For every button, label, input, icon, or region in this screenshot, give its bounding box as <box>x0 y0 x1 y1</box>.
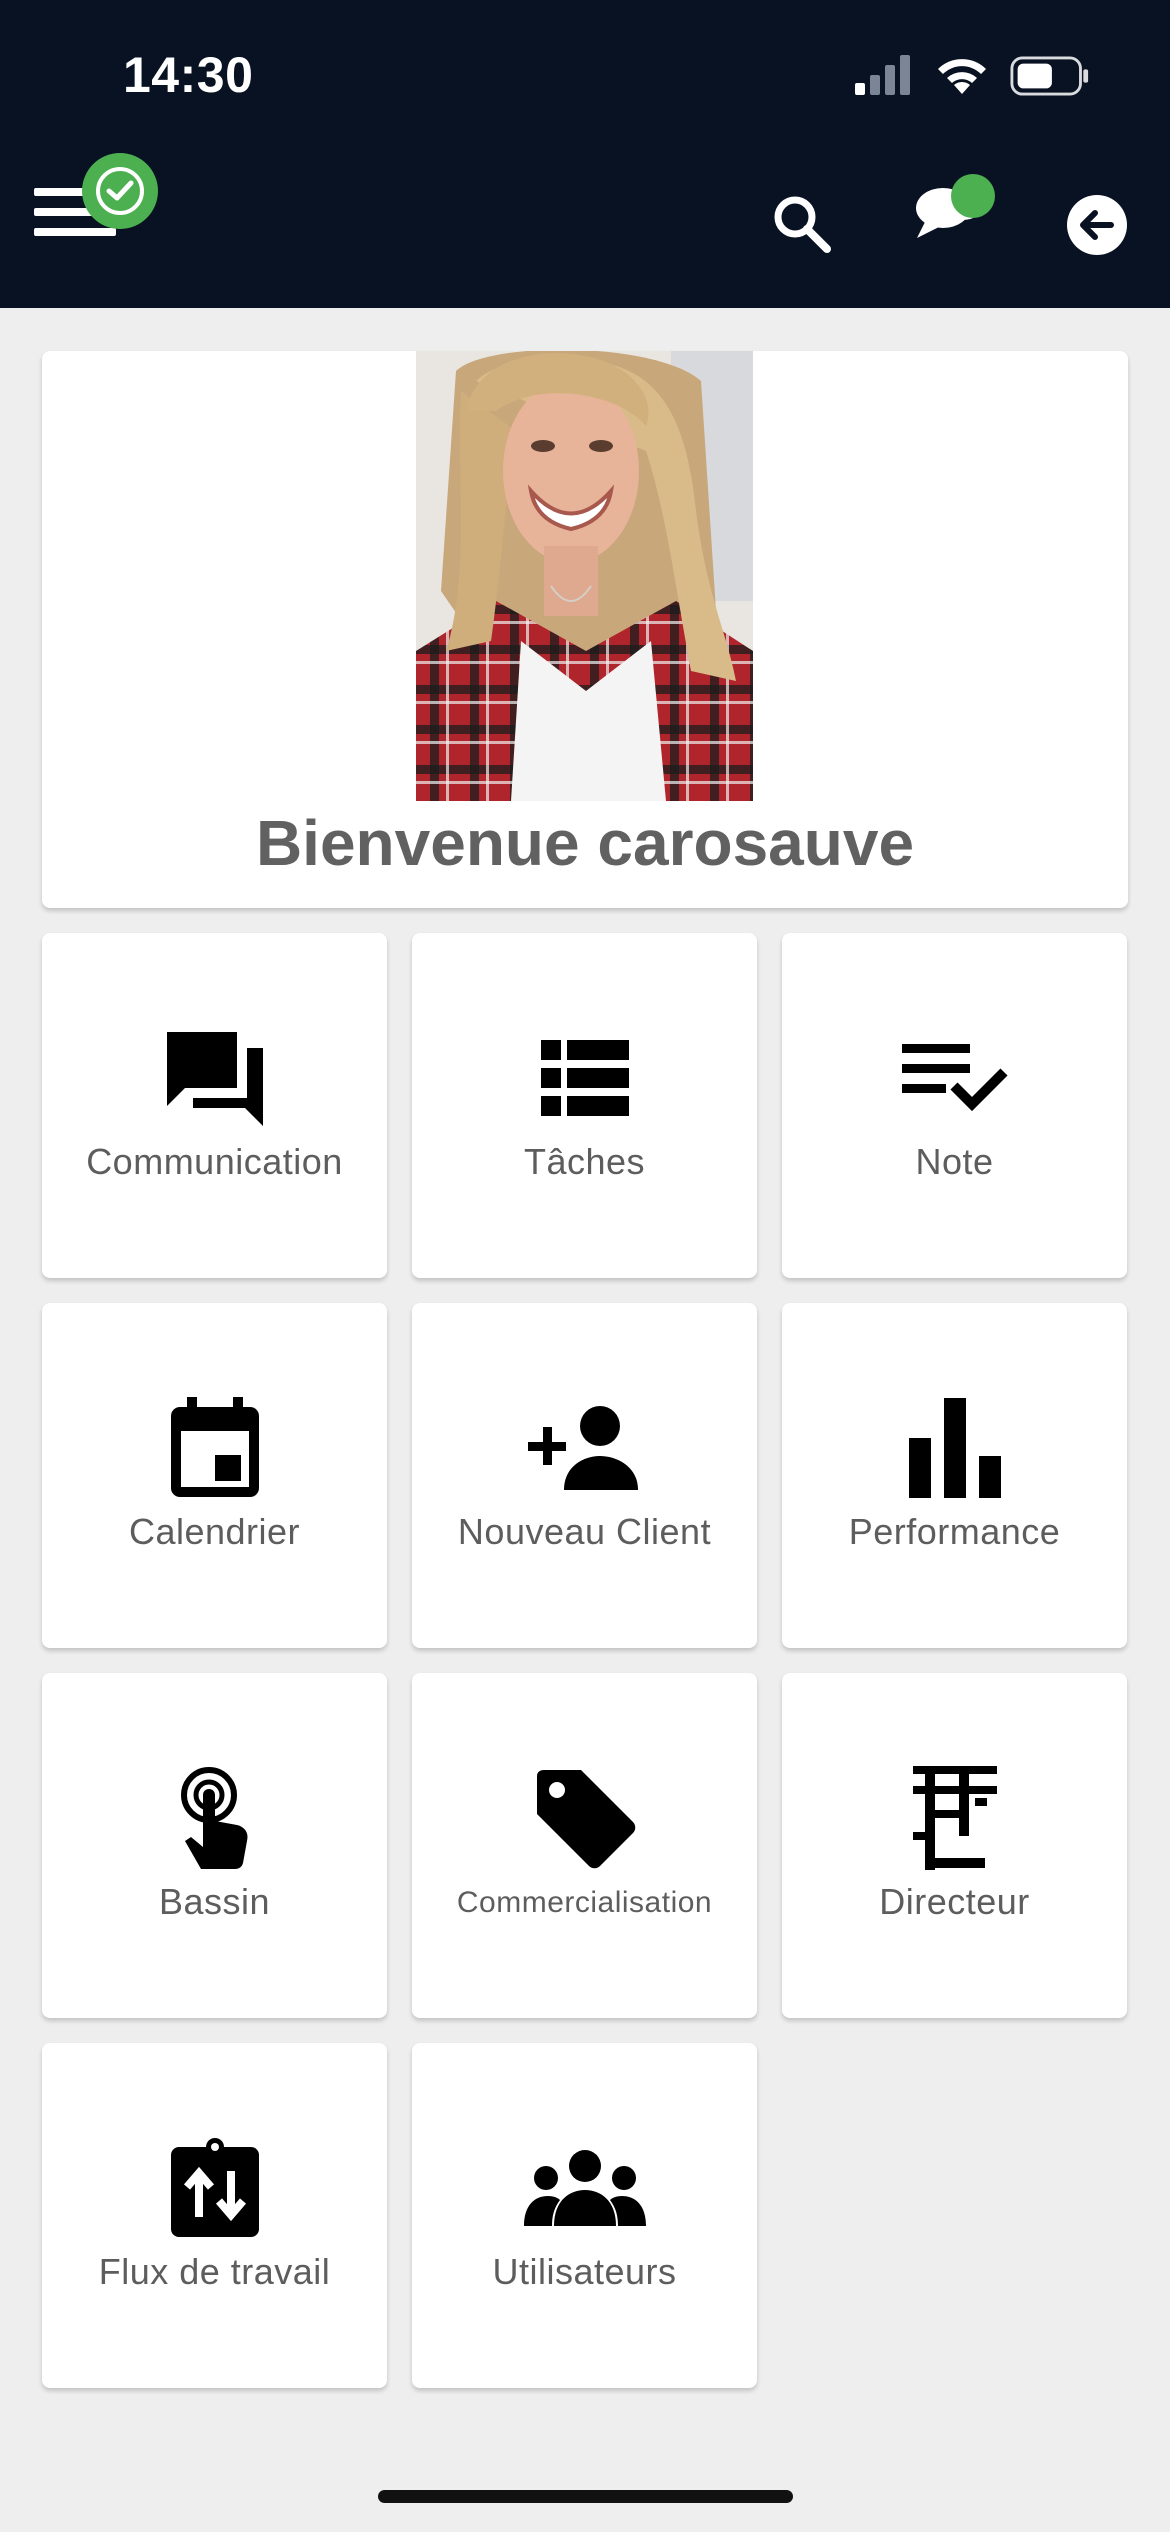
arrow-left-circle-icon <box>1067 195 1127 255</box>
tile-label: Directeur <box>879 1881 1030 1922</box>
tile-label: Nouveau Client <box>457 1511 712 1552</box>
tile-label: Calendrier <box>128 1511 301 1552</box>
home-indicator[interactable] <box>378 2490 793 2503</box>
tile-taches[interactable]: Tâches <box>412 933 757 1278</box>
search-icon <box>774 196 831 253</box>
tile-performance[interactable]: Performance <box>782 1303 1127 1648</box>
tile-directeur[interactable]: Directeur <box>782 1673 1127 2018</box>
playlist-check-icon <box>901 1044 1008 1112</box>
back-button[interactable] <box>1066 194 1128 256</box>
directeur-icon <box>912 1766 997 1870</box>
status-time: 14:30 <box>123 47 254 103</box>
tile-label: Utilisateurs <box>492 2251 677 2292</box>
chat-button[interactable] <box>915 174 995 244</box>
welcome-card: Bienvenue carosauve <box>42 351 1128 908</box>
tile-label: Flux de travail <box>98 2251 331 2292</box>
tag-icon <box>536 1770 635 1869</box>
tile-communication[interactable]: Communication <box>42 933 387 1278</box>
groups-icon <box>523 2150 646 2226</box>
forum-icon <box>166 1032 263 1126</box>
view-list-icon <box>540 1040 629 1116</box>
wifi-icon <box>938 59 986 94</box>
tile-label: Commercialisation <box>456 1886 713 1919</box>
tile-flux-de-travail[interactable]: Flux de travail <box>42 2043 387 2388</box>
calendar-icon <box>170 1397 259 1497</box>
tile-label: Tâches <box>523 1141 646 1182</box>
tile-utilisateurs[interactable]: Utilisateurs <box>412 2043 757 2388</box>
touch-icon <box>180 1767 248 1869</box>
profile-photo <box>416 351 753 801</box>
tile-label: Note <box>915 1141 994 1182</box>
welcome-title: Bienvenue carosauve <box>255 807 915 879</box>
tile-nouveau-client[interactable]: Nouveau Client <box>412 1303 757 1648</box>
tile-bassin[interactable]: Bassin <box>42 1673 387 2018</box>
person-add-icon <box>527 1406 638 1490</box>
check-circle-icon <box>82 153 158 229</box>
tile-label: Bassin <box>158 1881 271 1922</box>
tile-label: Performance <box>848 1511 1061 1552</box>
tile-label: Communication <box>86 1141 343 1182</box>
search-button[interactable] <box>772 194 832 254</box>
unread-dot <box>951 174 995 218</box>
battery-icon <box>1010 56 1089 96</box>
swap-vertical-clipboard-icon <box>170 2138 259 2237</box>
cellular-signal-icon <box>855 55 910 95</box>
bar-chart-icon <box>908 1398 1001 1498</box>
tile-commercialisation[interactable]: Commercialisation <box>412 1673 757 2018</box>
tile-calendrier[interactable]: Calendrier <box>42 1303 387 1648</box>
tile-note[interactable]: Note <box>782 933 1127 1278</box>
top-app-bar: 14:30 <box>0 0 1170 308</box>
